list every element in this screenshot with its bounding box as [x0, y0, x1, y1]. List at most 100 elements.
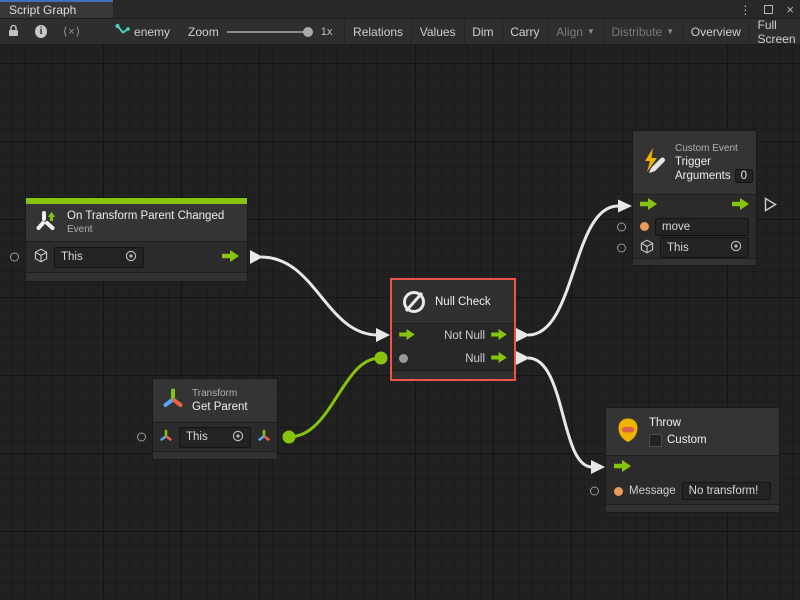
- wire-nullcheck-to-customevent[interactable]: [528, 206, 618, 335]
- flow-output-arrow-icon[interactable]: [491, 329, 507, 343]
- throw-exception-icon: [614, 416, 642, 447]
- node-header: Throw Custom: [606, 408, 779, 456]
- custom-checkbox[interactable]: [649, 434, 662, 447]
- message-field[interactable]: No transform!: [682, 482, 771, 500]
- tab-script-graph[interactable]: Script Graph: [0, 0, 113, 18]
- wire-arrowhead: [591, 460, 605, 474]
- zoom-slider[interactable]: [227, 31, 311, 33]
- node-null-check[interactable]: Null Check Not Null Null: [390, 278, 516, 381]
- info-button[interactable]: i: [27, 19, 55, 44]
- zoom-control: Zoom 1x: [188, 25, 332, 39]
- node-title: Get Parent: [192, 400, 248, 414]
- transform-output-port-icon[interactable]: [257, 429, 271, 446]
- node-title: On Transform Parent Changed: [67, 209, 224, 223]
- unconnected-input-port[interactable]: [10, 253, 19, 262]
- lock-button[interactable]: [0, 19, 27, 44]
- wire-getparent-to-nullcheck[interactable]: [289, 358, 380, 437]
- arguments-label: Arguments: [675, 169, 731, 183]
- flow-input-arrow-icon[interactable]: [614, 460, 631, 475]
- button-label: Carry: [510, 25, 539, 39]
- unconnected-flow-output-triangle[interactable]: [764, 197, 777, 215]
- wire-nullcheck-to-throw[interactable]: [528, 358, 592, 467]
- node-footer: [392, 370, 514, 379]
- flow-output-arrow-icon[interactable]: [222, 250, 239, 265]
- gameobject-cube-icon: [640, 239, 654, 257]
- tab-bar: Script Graph ⋮ ×: [0, 0, 800, 19]
- menu-icon[interactable]: ⋮: [739, 3, 751, 17]
- node-header: Transform Get Parent: [153, 379, 277, 423]
- carry-button[interactable]: Carry: [502, 19, 547, 44]
- checkbox-label: Custom: [667, 433, 707, 447]
- string-input-port[interactable]: [640, 222, 649, 231]
- full-screen-button[interactable]: Full Screen: [749, 19, 800, 44]
- close-icon[interactable]: ×: [786, 2, 794, 17]
- unity-script-graph-window: { "window": { "tab_title": "Script Graph…: [0, 0, 800, 600]
- distribute-button[interactable]: Distribute▼: [604, 19, 683, 44]
- wire-event-to-nullcheck[interactable]: [261, 257, 378, 335]
- flow-output-stub[interactable]: [516, 328, 530, 342]
- maximize-icon[interactable]: [764, 5, 773, 14]
- values-button[interactable]: Values: [412, 19, 464, 44]
- node-port-row: move: [633, 216, 756, 237]
- code-icon: ⟨×⟩: [63, 25, 81, 38]
- flow-output-stub[interactable]: [516, 351, 530, 365]
- object-picker-icon[interactable]: [125, 250, 137, 265]
- flow-output-arrow-icon[interactable]: [732, 198, 749, 213]
- unconnected-input-port[interactable]: [617, 243, 626, 252]
- node-category: Transform: [192, 387, 248, 400]
- node-port-row: This: [633, 237, 756, 258]
- code-view-button[interactable]: ⟨×⟩: [55, 19, 89, 44]
- node-category: Custom Event: [675, 142, 753, 155]
- graph-toolbar: i ⟨×⟩ enemy Zoom 1x Relations Values Dim…: [0, 19, 800, 45]
- align-button[interactable]: Align▼: [548, 19, 603, 44]
- graph-breadcrumb[interactable]: enemy: [107, 19, 178, 44]
- flow-output-arrow-icon[interactable]: [491, 352, 507, 366]
- target-field[interactable]: This: [54, 247, 144, 268]
- transform-icon: [161, 387, 185, 414]
- button-label: Full Screen: [757, 18, 798, 46]
- value-wire-start-dot[interactable]: [283, 431, 296, 444]
- zoom-slider-handle[interactable]: [303, 27, 313, 37]
- flow-input-arrow-icon[interactable]: [640, 198, 657, 213]
- string-input-port[interactable]: [614, 487, 623, 496]
- node-throw[interactable]: Throw Custom Message No transform!: [605, 407, 780, 513]
- node-get-parent[interactable]: Transform Get Parent This: [152, 378, 278, 460]
- node-footer: [606, 504, 779, 512]
- unconnected-input-port[interactable]: [617, 222, 626, 231]
- object-picker-icon[interactable]: [232, 430, 244, 445]
- event-name-field[interactable]: move: [655, 218, 749, 236]
- node-port-row: This: [153, 423, 277, 451]
- unconnected-input-port[interactable]: [590, 487, 599, 496]
- chevron-down-icon: ▼: [666, 27, 674, 36]
- arguments-field[interactable]: 0: [735, 169, 753, 183]
- graph-canvas[interactable]: On Transform Parent Changed Event This: [0, 45, 800, 600]
- transform-mini-icon: [159, 429, 173, 446]
- transform-event-icon: [34, 208, 60, 237]
- node-header: Custom Event Trigger Arguments 0: [633, 131, 756, 195]
- target-field[interactable]: This: [660, 237, 749, 258]
- unconnected-input-port[interactable]: [137, 433, 146, 442]
- toolbar-buttons: Relations Values Dim Carry Align▼ Distri…: [344, 19, 800, 44]
- object-picker-icon[interactable]: [730, 240, 742, 255]
- relations-button[interactable]: Relations: [345, 19, 411, 44]
- dim-button[interactable]: Dim: [464, 19, 501, 44]
- overview-button[interactable]: Overview: [683, 19, 749, 44]
- flow-input-arrow-icon[interactable]: [399, 329, 415, 343]
- zoom-value: 1x: [321, 26, 333, 38]
- tab-title: Script Graph: [9, 3, 76, 17]
- node-port-row: Null: [392, 347, 514, 370]
- node-on-transform-parent-changed[interactable]: On Transform Parent Changed Event This: [25, 197, 248, 282]
- button-label: Relations: [353, 25, 403, 39]
- gameobject-cube-icon: [34, 248, 48, 266]
- custom-event-icon: [640, 146, 668, 179]
- node-trigger-custom-event[interactable]: Custom Event Trigger Arguments 0: [632, 130, 757, 266]
- event-name-value: move: [662, 221, 690, 233]
- value-input-port[interactable]: [399, 354, 408, 363]
- node-subtitle: Event: [67, 223, 224, 236]
- port-label-null: Null: [465, 353, 485, 365]
- button-label: Values: [420, 25, 456, 39]
- node-port-row: [633, 195, 756, 216]
- target-field[interactable]: This: [179, 427, 251, 448]
- graph-icon: [115, 24, 130, 40]
- window-controls: ⋮ ×: [739, 0, 794, 19]
